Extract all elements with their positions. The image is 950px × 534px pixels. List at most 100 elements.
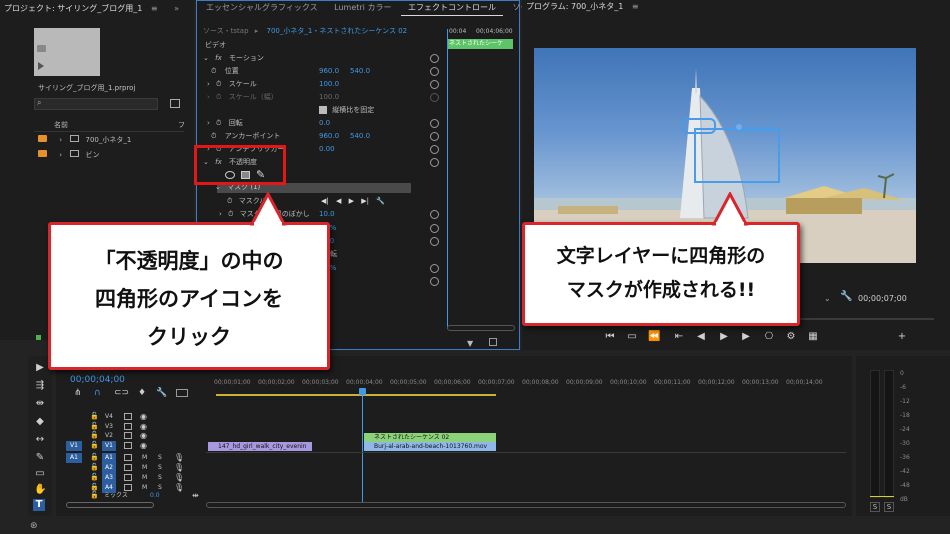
source-patch-a1[interactable]: A1 <box>66 453 82 463</box>
project-tab[interactable]: プロジェクト: サイリング_ブログ用_1 ≡ » <box>4 2 179 16</box>
reset-icon[interactable] <box>430 80 439 89</box>
anchor-x[interactable]: 960.0 <box>319 130 339 143</box>
track-label[interactable]: A3 <box>102 473 116 483</box>
mask-rectangle-overlay[interactable] <box>694 128 780 183</box>
hand-icon[interactable]: ✋ <box>34 484 46 496</box>
clip-nested-sequence[interactable]: ネストされたシーケンス 02 <box>364 433 496 442</box>
lock-icon[interactable]: 🔓 <box>90 491 99 499</box>
play-icon[interactable]: ▶ <box>718 331 730 343</box>
reset-icon[interactable] <box>430 237 439 246</box>
tab-lumetri[interactable]: Lumetri カラー <box>327 1 398 15</box>
column-header-name[interactable]: 名前 フ <box>34 119 185 132</box>
button-editor-icon[interactable]: ▦ <box>807 331 819 343</box>
work-area-bar[interactable] <box>216 394 496 396</box>
ec-clip[interactable]: ネストされたシーケ <box>447 39 513 49</box>
add-icon[interactable]: + <box>896 331 908 343</box>
filter-icon[interactable]: ▼ <box>467 339 473 348</box>
stopwatch-icon[interactable]: ⏱ <box>211 67 216 75</box>
wrench-icon[interactable]: 🔧 <box>156 388 167 398</box>
track-backward-icon[interactable]: ◀ <box>336 197 341 205</box>
mark-out-icon[interactable]: ▭ <box>626 331 638 343</box>
stopwatch-icon[interactable]: ⏱ <box>216 119 221 127</box>
lock-icon[interactable]: 🔓 <box>90 441 99 449</box>
clip-girl-walk[interactable]: 147_hd_girl_walk_city_evenin <box>208 442 312 451</box>
uniform-scale-checkbox[interactable]: 縦横比を固定 <box>319 104 374 117</box>
antiflicker-value[interactable]: 0.00 <box>319 143 335 156</box>
list-item[interactable]: › ビン <box>38 149 100 162</box>
mask-handle[interactable] <box>749 125 757 132</box>
scale-value[interactable]: 100.0 <box>319 78 339 91</box>
pencil-icon[interactable] <box>36 335 41 340</box>
list-item[interactable]: › 700_小ネタ_1 <box>38 134 131 147</box>
track-label[interactable]: V2 <box>102 431 116 441</box>
caption-icon[interactable] <box>176 389 188 397</box>
stopwatch-icon[interactable]: ⏱ <box>228 210 233 218</box>
marker-icon[interactable]: ♦ <box>138 388 146 398</box>
razor-icon[interactable]: ◆ <box>34 416 46 428</box>
playhead[interactable] <box>362 388 363 503</box>
rectangle-tool-icon[interactable]: ▭ <box>34 468 46 480</box>
program-title[interactable]: プログラム: 700_小ネタ_1 <box>526 2 623 11</box>
sync-lock-icon[interactable] <box>124 474 132 481</box>
snap-icon[interactable]: ⋔ <box>74 388 82 398</box>
anchor-row[interactable]: ⏱ アンカーポイント <box>211 130 280 143</box>
slip-icon[interactable]: ↔ <box>34 434 46 446</box>
mute-button[interactable]: M <box>142 473 147 483</box>
motion-row[interactable]: ⌄ fx モーション <box>203 52 264 65</box>
chevron-right-icon[interactable]: › <box>207 119 210 127</box>
tab-essential-graphics[interactable]: エッセンシャルグラフィックス <box>199 1 325 15</box>
fx-icon[interactable]: fx <box>215 54 222 62</box>
panel-menu-icon[interactable]: ≡ <box>632 2 639 11</box>
solo-button[interactable]: S <box>158 463 162 473</box>
ec-scrollbar[interactable] <box>447 325 515 331</box>
new-bin-icon[interactable] <box>170 99 180 108</box>
mask-handle[interactable] <box>682 118 716 134</box>
chevron-right-icon[interactable]: › <box>219 210 222 218</box>
track-label[interactable]: V3 <box>102 422 116 432</box>
mix-value[interactable]: 0.0 <box>150 491 160 501</box>
export-icon[interactable] <box>489 338 497 346</box>
step-forward-frame-icon[interactable]: ▶ <box>740 331 752 343</box>
mute-button[interactable]: M <box>142 463 147 473</box>
reset-icon[interactable] <box>430 277 439 286</box>
rotation-value[interactable]: 0.0 <box>319 117 330 130</box>
go-to-in-icon[interactable]: ⏪ <box>648 331 660 343</box>
position-y[interactable]: 540.0 <box>350 65 370 78</box>
track-label[interactable]: V1 <box>102 440 116 451</box>
mask-feather-value[interactable]: 10.0 <box>319 208 335 221</box>
chevron-down-icon[interactable]: ⌄ <box>203 54 209 62</box>
reset-icon[interactable] <box>430 67 439 76</box>
project-title[interactable]: プロジェクト: サイリング_ブログ用_1 <box>4 4 142 13</box>
reset-icon[interactable] <box>430 158 439 167</box>
thumbnail[interactable] <box>34 28 100 76</box>
step-back-icon[interactable]: ⇤ <box>673 331 685 343</box>
solo-button[interactable]: S <box>158 453 162 463</box>
eye-icon[interactable]: ◉ <box>140 412 147 421</box>
position-row[interactable]: ⏱ 位置 <box>211 65 239 78</box>
toggle-output-icon[interactable] <box>124 422 132 430</box>
zoom-select[interactable]: ⌄ <box>824 294 831 303</box>
timeline-scrollbar[interactable] <box>66 502 154 508</box>
sync-lock-icon[interactable] <box>124 454 132 461</box>
stopwatch-icon[interactable]: ⏱ <box>211 132 216 140</box>
reset-icon[interactable] <box>430 119 439 128</box>
step-forward-icon[interactable]: ▶| <box>361 197 369 205</box>
timeline-hscroll[interactable] <box>206 502 846 508</box>
sync-lock-icon[interactable] <box>124 484 132 491</box>
chevron-right-icon[interactable]: › <box>207 80 210 88</box>
pen-icon[interactable]: ✎ <box>34 452 46 464</box>
checkbox-icon[interactable] <box>319 106 327 114</box>
step-back-frame-icon[interactable]: ◀ <box>695 331 707 343</box>
track-label[interactable]: A2 <box>102 463 116 473</box>
program-tab[interactable]: プログラム: 700_小ネタ_1 ≡ <box>526 0 639 14</box>
lock-icon[interactable]: 🔓 <box>90 483 99 491</box>
sequence-label[interactable]: 700_小ネタ_1・ネストされたシーケンス 02 <box>267 27 408 35</box>
source-selector[interactable]: ソース・tstap ▸ 700_小ネタ_1・ネストされたシーケンス 02 <box>203 25 407 38</box>
track-select-icon[interactable]: ⇶ <box>34 380 46 392</box>
search-input[interactable]: ⌕ <box>34 98 158 110</box>
reset-icon[interactable] <box>430 54 439 63</box>
mask-handle[interactable] <box>764 125 772 132</box>
camera-icon[interactable]: ⎔ <box>763 331 775 343</box>
tab-effect-controls[interactable]: エフェクトコントロール <box>401 1 503 16</box>
lock-icon[interactable]: 🔓 <box>90 463 99 471</box>
